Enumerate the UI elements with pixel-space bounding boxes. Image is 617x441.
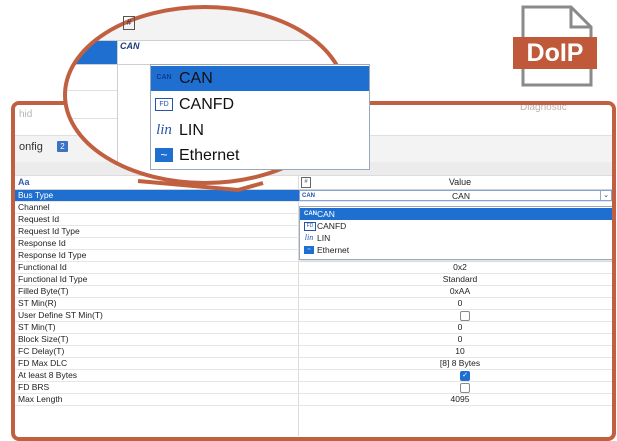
zoom-option-lin[interactable]: lin LIN: [151, 118, 369, 143]
header-key-label: Aa: [18, 177, 30, 187]
row-key: Functional Id Type: [18, 274, 88, 284]
faded-label-right: Diagnostic: [520, 102, 567, 113]
option-label: Ethernet: [179, 147, 240, 164]
table-row[interactable]: FD Max DLC [8] 8 Bytes: [15, 358, 612, 370]
lin-icon: lin: [156, 122, 172, 138]
row-key: ST Min(R): [18, 298, 57, 308]
row-key: FC Delay(T): [18, 346, 65, 356]
row-value: 0: [457, 334, 463, 344]
canfd-icon: FD: [155, 98, 173, 111]
row-key: User Define ST Min(T): [18, 310, 103, 320]
zoom-option-ethernet[interactable]: ~ Ethernet: [151, 143, 369, 168]
row-key: Max Length: [18, 394, 63, 404]
doip-label: DoIP: [526, 39, 584, 67]
table-row[interactable]: ST Min(T) 0: [15, 322, 612, 334]
table-row[interactable]: ST Min(R) 0: [15, 298, 612, 310]
zoom-option-canfd[interactable]: FD CANFD: [151, 92, 369, 117]
table-row[interactable]: User Define ST Min(T): [15, 310, 612, 322]
option-label: LIN: [179, 122, 204, 139]
table-row[interactable]: FD BRS: [15, 382, 612, 394]
chevron-down-icon[interactable]: ⌄: [600, 191, 611, 200]
row-value: [8] 8 Bytes: [439, 358, 481, 368]
row-value: 0: [457, 298, 463, 308]
option-label: CANFD: [179, 96, 235, 113]
row-key: Block Size(T): [18, 334, 69, 344]
table-row[interactable]: Functional Id 0x2: [15, 262, 612, 274]
row-key: FD BRS: [18, 382, 50, 392]
table-row[interactable]: Block Size(T) 0: [15, 334, 612, 346]
row-value: Standard: [442, 274, 478, 284]
row-value: 0x2: [453, 262, 467, 272]
checkbox[interactable]: ✓: [460, 371, 470, 381]
table-row[interactable]: Max Length 4095: [15, 394, 612, 406]
row-value: 0: [457, 322, 463, 332]
table-row[interactable]: At least 8 Bytes ✓: [15, 370, 612, 382]
table-row[interactable]: FC Delay(T) 10: [15, 346, 612, 358]
zoom-selected-value: CAN: [120, 41, 140, 51]
zoom-option-can[interactable]: CAN CAN: [151, 66, 369, 91]
checkbox[interactable]: [460, 383, 470, 393]
option-label: CAN: [179, 70, 213, 87]
row-key: FD Max DLC: [18, 358, 68, 368]
doip-file-icon: DoIP: [513, 3, 597, 89]
row-value: 4095: [450, 394, 470, 404]
row-key: Filled Byte(T): [18, 286, 69, 296]
can-icon: CAN: [156, 74, 172, 81]
hash-icon: #: [123, 16, 135, 30]
zoom-dropdown-list: CAN CAN FD CANFD lin LIN ~ Ethernet: [150, 64, 370, 170]
row-value: 0xAA: [449, 286, 471, 296]
ethernet-icon: ~: [155, 148, 173, 162]
row-key: At least 8 Bytes: [18, 370, 78, 380]
row-value: 10: [455, 346, 465, 356]
table-row[interactable]: Filled Byte(T) 0xAA: [15, 286, 612, 298]
row-key: Functional Id: [18, 262, 67, 272]
magnified-content: # CAN CAN CAN FD CANFD lin LIN ~ Etherne…: [33, 0, 378, 260]
faded-label-left: hid: [19, 109, 33, 120]
row-key: ST Min(T): [18, 322, 56, 332]
table-row[interactable]: Functional Id Type Standard: [15, 274, 612, 286]
checkbox[interactable]: [460, 311, 470, 321]
